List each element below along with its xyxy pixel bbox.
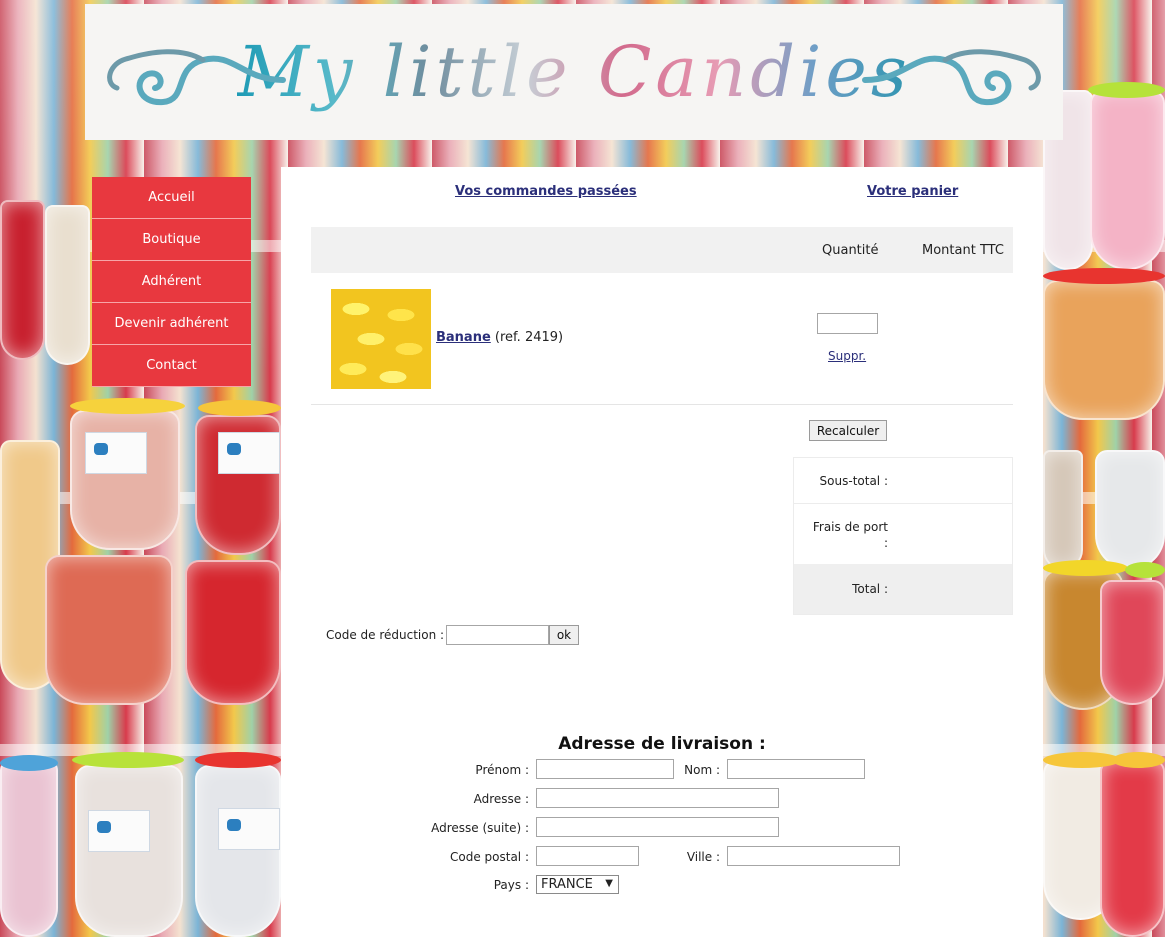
right-swirl-ornament <box>862 49 1041 106</box>
postal-code-label: Code postal : <box>450 850 529 864</box>
quantity-input[interactable] <box>817 313 878 334</box>
country-label: Pays : <box>493 878 529 892</box>
nav-item-devenir-adherent[interactable]: Devenir adhérent <box>92 303 251 345</box>
candy-jar <box>45 555 173 705</box>
lastname-label: Nom : <box>684 763 720 777</box>
candy-jar <box>195 765 281 937</box>
candy-jar <box>185 560 281 705</box>
left-swirl-ornament <box>107 49 286 106</box>
product-name: Banane (ref. 2419) <box>436 330 563 345</box>
nav-item-contact[interactable]: Contact <box>92 345 251 387</box>
jar-lid <box>72 752 184 768</box>
jar-lid <box>1088 82 1165 98</box>
cart-link[interactable]: Votre panier <box>867 184 958 199</box>
candy-jar <box>45 205 90 365</box>
country-select[interactable]: FRANCE ▼ <box>536 875 619 894</box>
candy-jar <box>1043 450 1083 570</box>
delivery-address-title: Adresse de livraison : <box>558 734 766 754</box>
candy-jar <box>1100 760 1165 937</box>
quantity-header: Quantité <box>822 243 879 258</box>
firstname-label: Prénom : <box>475 763 529 777</box>
address-input[interactable] <box>536 788 779 808</box>
jar-lid <box>1125 562 1165 578</box>
promo-code-label: Code de réduction : <box>326 628 445 642</box>
candy-jar <box>1095 450 1165 570</box>
candy-jar <box>70 410 180 550</box>
product-link[interactable]: Banane <box>436 330 491 345</box>
price-tag <box>218 808 280 850</box>
jar-lid <box>70 398 185 414</box>
city-input[interactable] <box>727 846 900 866</box>
nav-item-accueil[interactable]: Accueil <box>92 177 251 219</box>
jar-lid <box>1043 268 1165 284</box>
nav-item-adherent[interactable]: Adhérent <box>92 261 251 303</box>
remove-item-link[interactable]: Suppr. <box>828 349 866 363</box>
dropdown-arrow-icon: ▼ <box>605 878 613 889</box>
site-header: My little Candies <box>85 4 1063 140</box>
main-content: Vos commandes passées Votre panier Quant… <box>281 167 1043 937</box>
jar-lid <box>195 752 281 768</box>
address2-label: Adresse (suite) : <box>431 821 529 835</box>
total-row-bg <box>794 564 1012 614</box>
subtotal-label: Sous-total : <box>819 474 888 488</box>
country-selected-value: FRANCE <box>541 877 593 892</box>
shipping-label-colon: : <box>883 536 888 550</box>
candy-jar <box>0 200 45 360</box>
postal-code-input[interactable] <box>536 846 639 866</box>
jar-lid <box>1043 752 1121 768</box>
price-tag <box>218 432 280 474</box>
city-label: Ville : <box>686 850 720 864</box>
nav-item-boutique[interactable]: Boutique <box>92 219 251 261</box>
recalculate-button[interactable]: Recalculer <box>809 420 887 441</box>
promo-ok-button[interactable]: ok <box>549 625 579 645</box>
candy-jar <box>1100 580 1165 705</box>
promo-code-input[interactable] <box>446 625 549 645</box>
product-image-banane[interactable] <box>331 289 431 389</box>
total-label: Total : <box>852 582 888 596</box>
candy-jar <box>1043 280 1165 420</box>
jar-lid <box>0 755 58 771</box>
lastname-input[interactable] <box>727 759 865 779</box>
address-label: Adresse : <box>473 792 529 806</box>
totals-box: Sous-total : Frais de port : Total : <box>793 457 1013 615</box>
jar-lid <box>1112 752 1165 768</box>
price-tag <box>88 810 150 852</box>
site-logo[interactable]: My little Candies <box>237 31 911 113</box>
totals-divider <box>794 503 1012 504</box>
price-tag <box>85 432 147 474</box>
address2-input[interactable] <box>536 817 779 837</box>
jar-lid <box>198 400 281 416</box>
firstname-input[interactable] <box>536 759 674 779</box>
row-divider <box>311 404 1013 405</box>
candy-jar <box>1090 90 1165 270</box>
amount-header: Montant TTC <box>922 243 1004 258</box>
jar-lid <box>1043 560 1128 576</box>
candy-jar <box>0 760 58 937</box>
past-orders-link[interactable]: Vos commandes passées <box>455 184 637 199</box>
shipping-label: Frais de port <box>812 520 888 534</box>
product-ref: (ref. 2419) <box>494 330 564 345</box>
cart-table-header: Quantité Montant TTC <box>311 227 1013 273</box>
main-nav: Accueil Boutique Adhérent Devenir adhére… <box>92 177 251 387</box>
